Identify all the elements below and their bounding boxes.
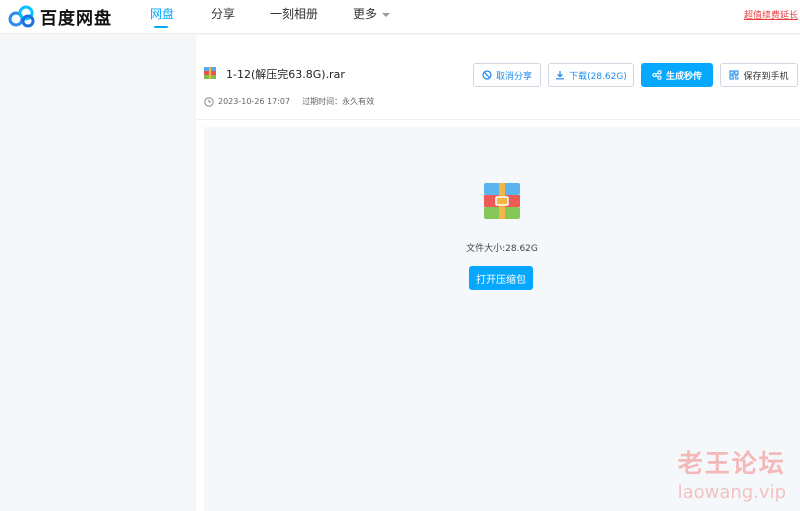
logo-text: 百度网盘 <box>40 8 112 29</box>
nav-moments-album[interactable]: 一刻相册 <box>270 5 318 22</box>
qr-code-icon <box>729 70 740 80</box>
header-divider <box>196 119 800 120</box>
save-to-phone-label: 保存到手机 <box>743 71 789 82</box>
open-archive-button[interactable]: 打开压缩包 <box>469 266 533 290</box>
nav-netdisk[interactable]: 网盘 <box>150 5 174 22</box>
cloud-logo-icon <box>8 5 35 28</box>
watermark-chinese: 老王论坛 <box>677 449 786 478</box>
file-detail-panel: 1-12(解压完63.8G).rar 2023-10-26 17:07 过期时间… <box>196 35 800 511</box>
save-to-phone-button[interactable]: 保存到手机 <box>720 63 798 87</box>
download-icon <box>556 71 565 80</box>
chevron-down-icon <box>382 12 391 17</box>
nav-more-label: 更多 <box>353 7 378 21</box>
baidu-netdisk-logo[interactable]: 百度网盘 <box>8 3 112 29</box>
file-size-text: 文件大小:28.62G <box>466 244 538 254</box>
rar-file-icon <box>204 67 216 79</box>
generate-label: 生成秒传 <box>665 71 702 82</box>
renew-link[interactable]: 超值续费延长 <box>744 8 798 21</box>
cancel-share-button[interactable]: 取消分享 <box>473 63 541 87</box>
generate-quick-transfer-button[interactable]: 生成秒传 <box>641 63 713 87</box>
nav-more[interactable]: 更多 <box>353 5 391 22</box>
left-sidebar <box>0 35 196 511</box>
share-date: 2023-10-26 17:07 <box>218 97 291 106</box>
active-tab-indicator <box>154 26 168 28</box>
top-navigation-bar: 百度网盘 网盘 分享 一刻相册 更多 超值续费延长 <box>0 0 800 34</box>
watermark-url: laowang.vip <box>677 482 786 503</box>
expire-time: 过期时间：永久有效 <box>302 97 375 106</box>
archive-file-icon <box>484 183 520 219</box>
share-nodes-icon <box>652 70 662 80</box>
download-button[interactable]: 下载(28.62G) <box>548 63 634 87</box>
nav-share[interactable]: 分享 <box>211 5 235 22</box>
file-meta: 2023-10-26 17:07 过期时间：永久有效 <box>204 96 374 107</box>
clock-icon <box>204 96 214 107</box>
download-label: 下载(28.62G) <box>569 71 627 82</box>
site-watermark: 老王论坛 laowang.vip <box>678 444 786 503</box>
file-name: 1-12(解压完63.8G).rar <box>226 68 345 81</box>
ban-icon <box>482 70 492 80</box>
cancel-share-label: 取消分享 <box>495 71 532 82</box>
